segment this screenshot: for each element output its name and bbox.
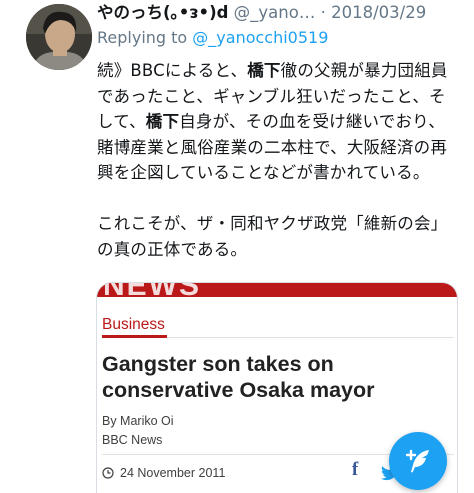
reply-mention-link[interactable]: @_yanocchi0519 [192, 28, 328, 47]
user-handle[interactable]: @_yano… [234, 3, 316, 22]
article-headline: Gangster son takes on conservative Osaka… [102, 352, 375, 402]
news-masthead-band: NEWS [97, 283, 457, 297]
news-masthead-text: NEWS [103, 283, 201, 297]
reply-context: Replying to @_yanocchi0519 [97, 27, 328, 49]
tweet-date[interactable]: 2018/03/29 [331, 3, 426, 22]
section-label: Business [102, 316, 165, 333]
display-name[interactable]: やのっち(｡•ᴈ•)d [97, 3, 228, 22]
tweet-header: やのっち(｡•ᴈ•)d @_yano… · 2018/03/29 [97, 2, 469, 24]
tweet-text-segment: 続》BBCによると、 [97, 61, 248, 80]
avatar[interactable] [26, 4, 92, 70]
reply-prefix: Replying to [97, 28, 188, 47]
section-underline [102, 335, 167, 338]
clock-icon [102, 467, 114, 479]
article-date: 24 November 2011 [120, 466, 226, 480]
facebook-icon[interactable]: f [347, 459, 363, 481]
tweet-text-bold: 橋下 [145, 112, 180, 131]
article-source: BBC News [102, 433, 163, 447]
tweet-text-bold: 橋下 [247, 61, 281, 80]
avatar-photo [26, 4, 92, 70]
separator-dot: · [320, 3, 326, 22]
tweet-text: 続》BBCによると、橋下徹の父親が暴力団組員であったこと、ギャンブル狂いだったこ… [97, 58, 459, 262]
compose-tweet-button[interactable] [389, 432, 447, 490]
compose-feather-icon [405, 449, 429, 473]
tweet-paragraph-1: 続》BBCによると、橋下徹の父親が暴力団組員であったこと、ギャンブル狂いだったこ… [97, 58, 459, 186]
tweet-paragraph-2: これこそが、ザ・同和ヤクザ政党「維新の会」の真の正体である。 [97, 214, 448, 259]
article-byline: By Mariko Oi [102, 414, 174, 428]
article-date-row: 24 November 2011 [102, 465, 225, 481]
